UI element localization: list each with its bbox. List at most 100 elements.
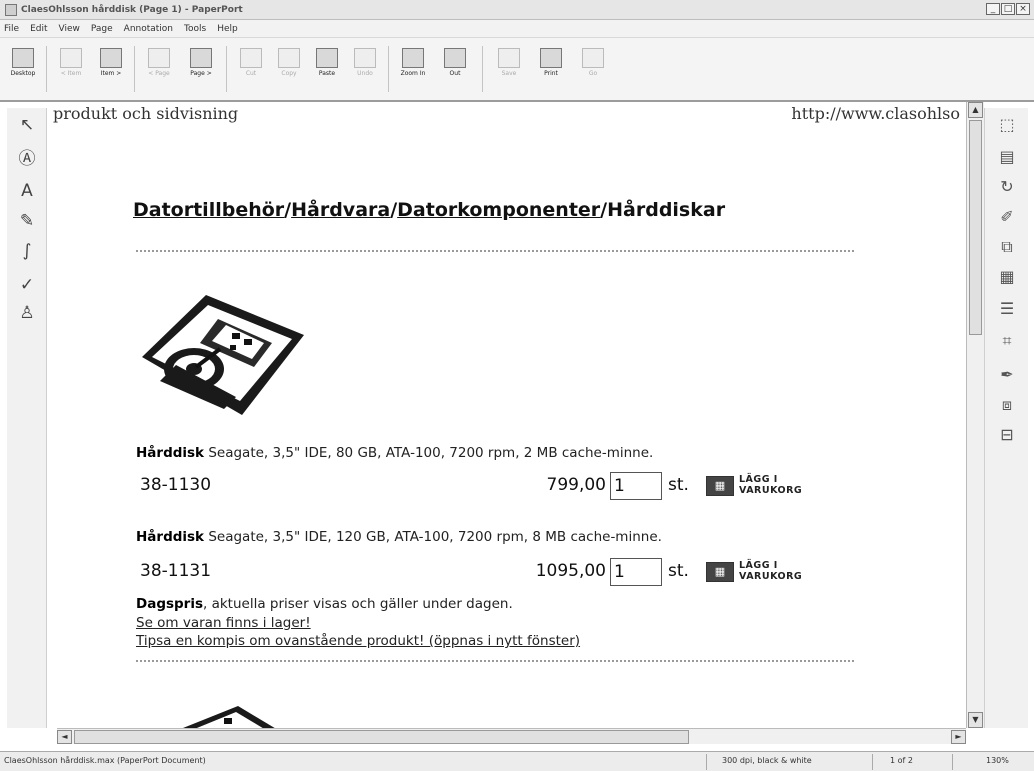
hard-drive-image <box>142 295 304 415</box>
window-title: ClaesOhlsson hårddisk (Page 1) - PaperPo… <box>21 4 243 15</box>
status-divider <box>706 754 707 770</box>
status-page-count: 1 of 2 <box>890 756 913 765</box>
breadcrumb-item[interactable]: Hårdvara <box>291 199 390 221</box>
go-button[interactable]: Go <box>574 48 612 92</box>
prev-page-button[interactable]: < Page <box>140 48 178 92</box>
zoom-in-button[interactable]: Zoom In <box>394 48 432 92</box>
zoom-in-icon <box>402 48 424 68</box>
menu-file[interactable]: File <box>4 24 19 34</box>
minimize-button[interactable]: _ <box>986 3 1000 15</box>
scroll-up-arrow-icon[interactable]: ▲ <box>968 102 983 118</box>
toolbar-separator <box>226 46 227 92</box>
paste-icon <box>316 48 338 68</box>
product-title: Hårddisk Seagate, 3,5" IDE, 120 GB, ATA-… <box>136 529 662 545</box>
tip-friend-link[interactable]: Tipsa en kompis om ovanstående produkt! … <box>136 633 580 649</box>
paste-label: Paste <box>318 70 336 77</box>
zoom-in-label: Zoom In <box>400 70 426 77</box>
pointer-tool-icon[interactable]: ↖ <box>16 114 38 136</box>
text-annotation-tool-icon[interactable]: Ⓐ <box>16 148 38 170</box>
highlighter-tool-icon[interactable]: ✎ <box>16 210 38 232</box>
copy-button[interactable]: Copy <box>270 48 308 92</box>
prev-item-icon <box>60 48 82 68</box>
go-label: Go <box>588 70 598 77</box>
status-filename: ClaesOhlsson hårddisk.max (PaperPort Doc… <box>4 756 206 765</box>
zoom-out-button[interactable]: Out <box>436 48 474 92</box>
menu-help[interactable]: Help <box>217 24 238 34</box>
maximize-button[interactable]: □ <box>1001 3 1015 15</box>
scroll-down-arrow-icon[interactable]: ▼ <box>968 712 983 728</box>
product-title: Hårddisk Seagate, 3,5" IDE, 80 GB, ATA-1… <box>136 445 653 461</box>
stamp-tool-icon[interactable]: ♙ <box>16 302 38 324</box>
basket-icon: ▦ <box>706 562 734 582</box>
checkmark-tool-icon[interactable]: ✓ <box>16 274 38 296</box>
breadcrumb-current: Hårddiskar <box>607 199 726 221</box>
page-copy-icon[interactable]: ⧉ <box>996 236 1018 258</box>
copy-label: Copy <box>281 70 297 77</box>
menu-tools[interactable]: Tools <box>184 24 206 34</box>
close-button[interactable]: × <box>1016 3 1030 15</box>
prev-item-label: < Item <box>60 70 82 77</box>
unstack-pages-icon[interactable]: ⊟ <box>996 424 1018 446</box>
zoom-out-icon <box>444 48 466 68</box>
cart-label-line2: VARUKORG <box>739 484 803 496</box>
daily-price-note: Dagspris, aktuella priser visas och gäll… <box>136 596 513 612</box>
paste-button[interactable]: Paste <box>308 48 346 92</box>
horizontal-scrollbar[interactable]: ◄ ► <box>57 728 966 744</box>
next-item-label: Item > <box>100 70 122 77</box>
menu-view[interactable]: View <box>59 24 80 34</box>
desktop-button[interactable]: Desktop <box>4 48 42 92</box>
select-area-icon[interactable]: ⬚ <box>996 114 1018 136</box>
status-bar: ClaesOhlsson hårddisk.max (PaperPort Doc… <box>0 751 1034 771</box>
dotted-divider <box>136 250 854 252</box>
menu-annotation[interactable]: Annotation <box>124 24 173 34</box>
stack-pages-icon[interactable]: ⧈ <box>996 394 1018 416</box>
straighten-icon[interactable]: ☰ <box>996 298 1018 320</box>
add-to-cart-label: LÄGG I VARUKORG <box>739 474 803 496</box>
basket-icon: ▦ <box>706 476 734 496</box>
page-thumbnails-icon[interactable]: ▤ <box>996 146 1018 168</box>
cut-button[interactable]: Cut <box>232 48 270 92</box>
next-item-button[interactable]: Item > <box>92 48 130 92</box>
copy-icon <box>278 48 300 68</box>
menu-page[interactable]: Page <box>91 24 113 34</box>
scroll-right-arrow-icon[interactable]: ► <box>951 730 966 744</box>
undo-icon <box>354 48 376 68</box>
next-page-button[interactable]: Page > <box>182 48 220 92</box>
undo-label: Undo <box>357 70 373 77</box>
next-page-icon <box>190 48 212 68</box>
annotation-tools-panel: ↖ Ⓐ A ✎ ∫ ✓ ♙ <box>7 108 47 728</box>
daily-price-text: , aktuella priser visas och gäller under… <box>203 596 513 612</box>
vertical-scrollbar[interactable]: ▲ ▼ <box>966 102 984 728</box>
breadcrumb-item[interactable]: Datorkomponenter <box>397 199 600 221</box>
scroll-left-arrow-icon[interactable]: ◄ <box>57 730 72 744</box>
quantity-field[interactable]: 1 <box>610 472 662 500</box>
freehand-pen-tool-icon[interactable]: ∫ <box>16 240 38 262</box>
quantity-field[interactable]: 1 <box>610 558 662 586</box>
add-to-cart-button[interactable]: ▦ LÄGG I VARUKORG <box>706 473 816 499</box>
horizontal-scroll-thumb[interactable] <box>74 730 689 744</box>
add-to-cart-label: LÄGG I VARUKORG <box>739 560 802 582</box>
text-tool-icon[interactable]: A <box>16 180 38 202</box>
stock-check-link[interactable]: Se om varan finns i lager! <box>136 615 311 631</box>
menu-edit[interactable]: Edit <box>30 24 47 34</box>
prev-item-button[interactable]: < Item <box>52 48 90 92</box>
crop-icon[interactable]: ⌗ <box>996 330 1018 352</box>
breadcrumb: Datortillbehör/Hårdvara/Datorkomponenter… <box>133 199 725 221</box>
add-to-cart-button[interactable]: ▦ LÄGG I VARUKORG <box>706 559 816 585</box>
page-edit-icon[interactable]: ✐ <box>996 206 1018 228</box>
save-button[interactable]: Save <box>490 48 528 92</box>
undo-button[interactable]: Undo <box>346 48 384 92</box>
page-tools-panel: ⬚ ▤ ↻ ✐ ⧉ ▦ ☰ ⌗ ✒ ⧈ ⊟ <box>984 108 1028 728</box>
product-price: 1095,00 <box>535 561 606 581</box>
eyedropper-icon[interactable]: ✒ <box>996 364 1018 386</box>
print-icon <box>540 48 562 68</box>
status-resolution: 300 dpi, black & white <box>722 756 812 765</box>
breadcrumb-item[interactable]: Datortillbehör <box>133 199 284 221</box>
rotate-page-icon[interactable]: ↻ <box>996 176 1018 198</box>
product-name: Hårddisk <box>136 529 205 545</box>
toolbar: Desktop < Item Item > < Page Page > Cut … <box>0 38 1034 102</box>
page-view-icon[interactable]: ▦ <box>996 266 1018 288</box>
hard-drive-image <box>183 706 275 728</box>
vertical-scroll-thumb[interactable] <box>969 120 982 335</box>
print-button[interactable]: Print <box>532 48 570 92</box>
